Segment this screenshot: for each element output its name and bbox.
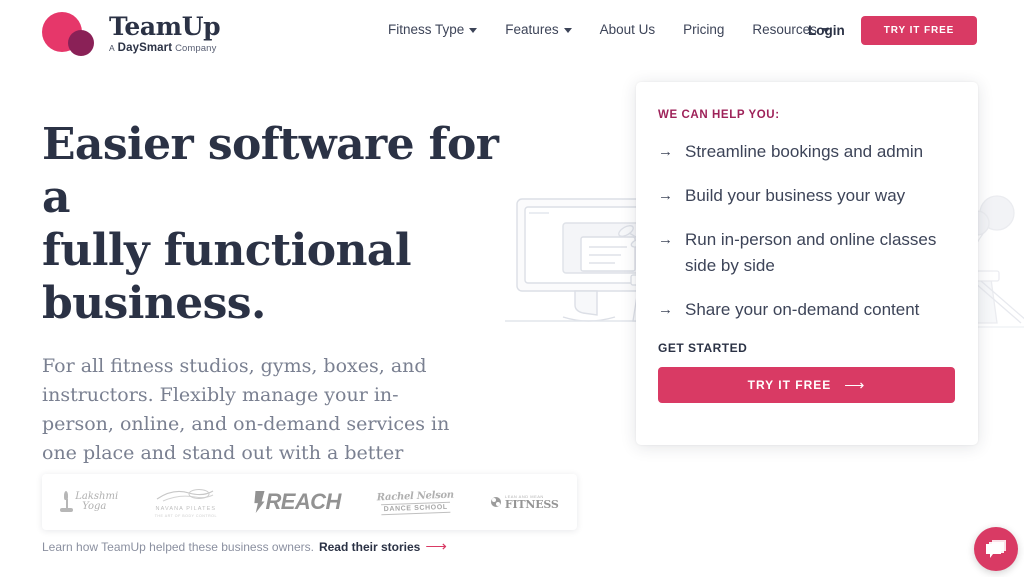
list-item-label: Build your business your way xyxy=(685,186,906,205)
teamup-logo-icon xyxy=(42,10,100,58)
client-logo-lakshmi-yoga: Lakshmi Yoga xyxy=(60,485,118,519)
arrow-right-icon: → xyxy=(658,301,673,318)
get-started-label: GET STARTED xyxy=(658,341,748,355)
nav-item-pricing[interactable]: Pricing xyxy=(683,22,724,37)
hero-title-line-3: business. xyxy=(42,278,266,329)
arrow-right-icon: → xyxy=(658,187,673,204)
help-benefits-list: → Streamline bookings and admin → Build … xyxy=(658,139,954,323)
arrow-right-icon: → xyxy=(658,143,673,160)
tagline-daysmart: DaySmart xyxy=(117,42,173,55)
cta-label: TRY IT FREE xyxy=(747,378,832,392)
site-header: TeamUp A DaySmart Company Fitness Type F… xyxy=(0,0,1024,70)
brand-name: TeamUp xyxy=(109,11,221,41)
list-item-label: Share your on-demand content xyxy=(685,300,920,319)
nav-label: Fitness Type xyxy=(388,22,465,37)
chevron-down-icon xyxy=(469,28,478,33)
brand-tagline: A DaySmart Company xyxy=(109,42,220,54)
list-item: → Run in-person and online classes side … xyxy=(658,227,954,279)
lightning-icon xyxy=(254,491,265,513)
nav-label: About Us xyxy=(599,22,656,37)
logo-circle-small xyxy=(68,30,94,56)
arrow-right-icon: → xyxy=(658,231,673,248)
login-link[interactable]: Login xyxy=(808,23,845,38)
hero-title-line-2: fully functional xyxy=(42,225,412,276)
nav-item-features[interactable]: Features xyxy=(505,22,572,37)
chat-widget-button[interactable] xyxy=(974,527,1018,571)
help-card-eyebrow: WE CAN HELP YOU: xyxy=(658,109,780,121)
client-logo-navana-pilates: NAVANA PILATES THE ART OF BODY CONTROL xyxy=(155,485,217,519)
wave-icon xyxy=(156,489,214,502)
header-try-it-free-button[interactable]: TRY IT FREE xyxy=(861,16,977,45)
logo-line-2: DANCE SCHOOL xyxy=(380,501,452,515)
read-their-stories-link[interactable]: Read their stories xyxy=(319,540,420,554)
logo-line-2: Yoga xyxy=(82,501,107,512)
main-navigation: Fitness Type Features About Us Pricing R… xyxy=(388,22,830,37)
hero-title-line-1: Easier software for a xyxy=(42,119,499,223)
tagline-company: Company xyxy=(175,43,217,55)
lamp-icon xyxy=(60,491,74,513)
chevron-down-icon xyxy=(563,28,572,33)
arrow-right-icon: ⟶ xyxy=(425,538,447,555)
logo-strip-caption: Learn how TeamUp helped these business o… xyxy=(42,538,447,555)
list-item-label: Run in-person and online classes side by… xyxy=(685,230,937,275)
client-logo-lean-and-mean-fitness: LEAN AND MEAN FITNESS xyxy=(490,485,559,519)
brand-wordmark: TeamUp A DaySmart Company xyxy=(109,11,221,54)
list-item-label: Streamline bookings and admin xyxy=(685,142,924,161)
hero-content: Easier software for a fully functional b… xyxy=(42,118,512,497)
nav-item-about-us[interactable]: About Us xyxy=(600,22,656,37)
client-logo-dance-school: Rachel Nelson DANCE SCHOOL xyxy=(377,484,455,521)
nav-label: Pricing xyxy=(683,22,725,37)
client-logo-strip: Lakshmi Yoga NAVANA PILATES THE ART OF B… xyxy=(42,474,577,530)
tagline-a: A xyxy=(109,43,115,54)
landing-page: TeamUp A DaySmart Company Fitness Type F… xyxy=(0,0,1024,577)
brand-logo[interactable]: TeamUp A DaySmart Company xyxy=(42,10,221,58)
card-try-it-free-button[interactable]: TRY IT FREE ⟶ xyxy=(658,367,955,403)
clover-icon xyxy=(490,497,501,507)
we-can-help-card: WE CAN HELP YOU: → Streamline bookings a… xyxy=(636,82,978,445)
list-item: → Share your on-demand content xyxy=(658,297,954,323)
caption-text: Learn how TeamUp helped these business o… xyxy=(42,540,314,554)
logo-line-1: REACH xyxy=(265,489,342,514)
logo-line-2: THE ART OF BODY CONTROL xyxy=(154,514,217,518)
arrow-right-icon: ⟶ xyxy=(844,376,866,393)
client-logo-reach: REACH xyxy=(254,485,341,519)
logo-line-2: FITNESS xyxy=(504,498,559,511)
logo-wordmark: Lakshmi Yoga xyxy=(75,492,118,512)
nav-label: Features xyxy=(505,22,559,37)
logo-wordmark: LEAN AND MEAN FITNESS xyxy=(505,494,559,510)
chat-bubbles-icon xyxy=(986,540,1006,558)
logo-line-1: NAVANA PILATES xyxy=(155,506,217,512)
page-title: Easier software for a fully functional b… xyxy=(42,118,512,330)
list-item: → Streamline bookings and admin xyxy=(658,139,954,165)
nav-item-fitness-type[interactable]: Fitness Type xyxy=(388,22,478,37)
list-item: → Build your business your way xyxy=(658,183,954,209)
